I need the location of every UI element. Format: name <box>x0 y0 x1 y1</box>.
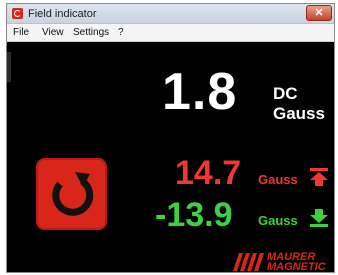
max-field-value: 14.7 <box>175 154 242 192</box>
side-indicator <box>7 52 11 82</box>
menu-bar: File View Settings ? <box>7 24 334 42</box>
menu-file[interactable]: File <box>13 27 29 38</box>
field-reading-value: 1.8 <box>162 63 238 121</box>
title-bar[interactable]: Field indicator ✕ <box>7 4 334 24</box>
min-field-value: -13.9 <box>155 196 233 234</box>
menu-view[interactable]: View <box>42 27 64 38</box>
menu-settings[interactable]: Settings <box>73 27 109 38</box>
field-mode-label: DC <box>273 84 298 103</box>
close-button[interactable]: ✕ <box>306 5 332 21</box>
logo-stripes-icon <box>233 253 264 271</box>
logo-text-magnetic: MAGNETIC <box>267 261 326 272</box>
display-panel: 1.8 DC Gauss 14.7 Gauss -13.9 Gauss MAUR… <box>7 42 334 272</box>
maurer-magnetic-logo: MAURER MAGNETIC <box>233 250 331 272</box>
window-title: Field indicator <box>28 8 97 20</box>
menu-help[interactable]: ? <box>118 27 124 38</box>
min-arrow-down-icon <box>310 209 328 227</box>
min-field-unit: Gauss <box>258 213 298 228</box>
max-field-unit: Gauss <box>258 172 298 187</box>
max-arrow-up-icon <box>310 168 328 186</box>
reset-refresh-icon <box>52 172 94 216</box>
app-window: Field indicator ✕ File View Settings ? 1… <box>6 3 335 273</box>
field-unit-label: Gauss <box>273 104 325 123</box>
reset-peak-button[interactable] <box>36 158 107 230</box>
app-logo-icon <box>12 8 23 19</box>
